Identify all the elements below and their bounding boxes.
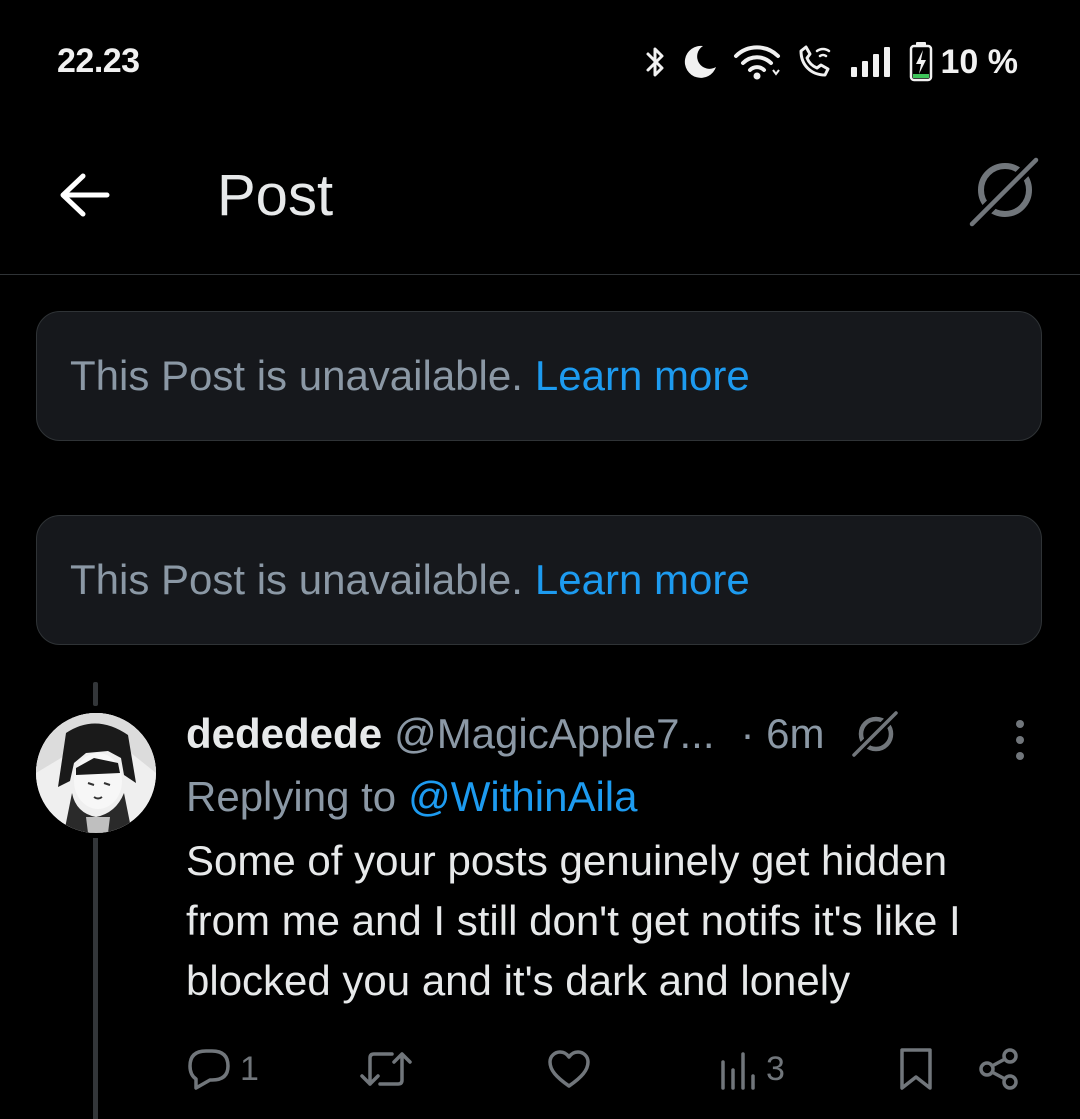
unavailable-message: This Post is unavailable. — [70, 352, 523, 399]
views-icon — [721, 1052, 755, 1090]
back-button[interactable] — [50, 160, 120, 230]
thread-line — [93, 838, 98, 1119]
post-actions: 1 3 — [186, 1036, 1036, 1102]
arrow-left-icon — [60, 173, 110, 217]
signal-icon — [849, 45, 895, 79]
post-time[interactable]: · 6m — [741, 710, 825, 758]
bluetooth-icon — [645, 45, 667, 79]
replying-label: Replying to — [186, 773, 397, 820]
comment-icon — [188, 1049, 230, 1090]
battery-charging-icon — [909, 42, 933, 82]
post-text: Some of your posts genuinely get hidden … — [186, 837, 961, 1004]
battery-percent: 10 % — [940, 42, 1019, 81]
learn-more-link[interactable]: Learn more — [535, 352, 750, 400]
learn-more-link[interactable]: Learn more — [535, 556, 750, 604]
status-bar: 22.23 10 % — [0, 0, 1080, 120]
replying-to-mention[interactable]: @WithinAila — [408, 773, 637, 821]
share-icon — [979, 1048, 1018, 1090]
status-time: 22.23 — [57, 42, 140, 80]
reply-button[interactable]: 1 — [186, 1036, 259, 1102]
heart-icon — [548, 1050, 590, 1088]
repost-button[interactable] — [358, 1036, 422, 1102]
thread-line — [93, 682, 98, 706]
grok-icon[interactable] — [850, 710, 899, 758]
post-meta: dededede @MagicApple7... · 6m — [186, 705, 1046, 763]
grok-button[interactable] — [968, 154, 1040, 230]
moon-icon — [681, 43, 719, 81]
repost-icon — [360, 1052, 412, 1086]
status-icons: 10 % — [645, 40, 1019, 84]
reply-count: 1 — [240, 1049, 259, 1088]
view-count: 3 — [766, 1049, 785, 1088]
grok-icon — [968, 155, 1040, 229]
replying-to: Replying to @WithinAila — [186, 767, 1046, 827]
reply-post[interactable]: dededede @MagicApple7... · 6m Replying t… — [186, 705, 1046, 1011]
avatar[interactable] — [36, 713, 156, 833]
user-handle[interactable]: @MagicApple7... — [394, 710, 714, 758]
display-name[interactable]: dededede — [186, 710, 382, 758]
share-button[interactable] — [976, 1036, 1022, 1102]
views-button[interactable]: 3 — [718, 1036, 785, 1102]
app-header: Post — [0, 120, 1080, 275]
wifi-calling-icon — [795, 43, 835, 81]
unavailable-post-card: This Post is unavailable. Learn more — [36, 515, 1042, 645]
bookmark-button[interactable] — [896, 1036, 936, 1102]
bookmark-icon — [900, 1048, 932, 1090]
more-options-icon[interactable] — [1000, 715, 1040, 765]
unavailable-post-card: This Post is unavailable. Learn more — [36, 311, 1042, 441]
page-title: Post — [217, 163, 334, 228]
like-button[interactable] — [546, 1036, 600, 1102]
unavailable-message: This Post is unavailable. — [70, 556, 523, 603]
wifi-icon — [733, 43, 781, 81]
